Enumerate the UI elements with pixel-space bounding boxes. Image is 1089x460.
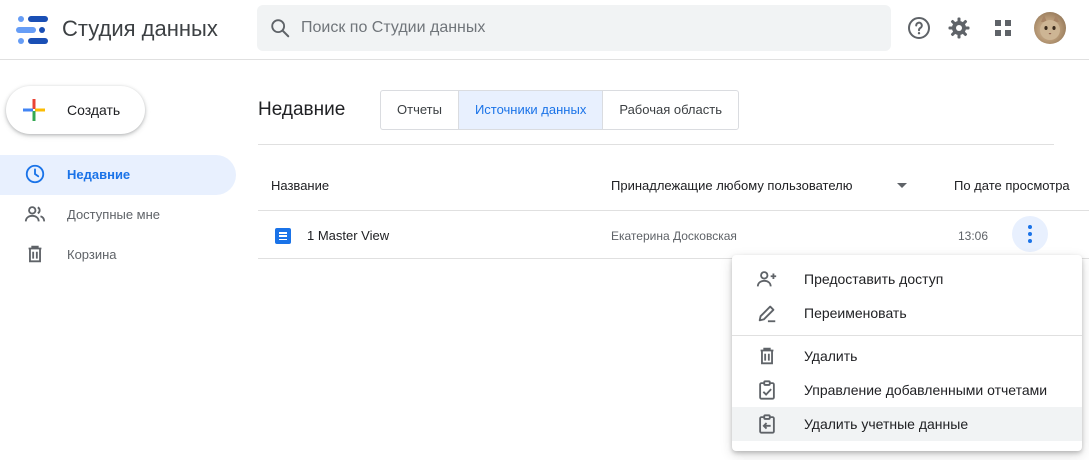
more-options-icon[interactable] [1012,216,1048,252]
tab-data-sources[interactable]: Источники данных [458,91,604,129]
row-time: 13:06 [958,229,989,243]
owner-filter-dropdown-icon[interactable] [897,183,907,188]
search-bar[interactable] [257,5,891,51]
menu-item-label: Предоставить доступ [804,271,944,287]
page-title: Недавние [258,99,346,120]
tab-reports[interactable]: Отчеты [381,91,459,129]
create-label: Создать [67,102,121,118]
person-add-icon [756,271,777,287]
app-title[interactable]: Студия данных [62,16,218,42]
tab-group: Отчеты Источники данных Рабочая область [380,90,739,130]
sidebar-item-label: Корзина [67,247,117,262]
menu-item-label: Удалить [804,348,858,364]
data-source-icon [275,228,291,244]
menu-item-share[interactable]: Предоставить доступ [732,262,1082,296]
search-icon[interactable] [269,17,291,39]
row-owner: Екатерина Досковская [611,229,737,243]
trash-icon [28,245,42,263]
context-menu: Предоставить доступ Переименовать Удалит… [732,255,1082,451]
sidebar-item-label: Доступные мне [67,207,161,222]
clock-icon [25,164,45,184]
clipboard-arrow-icon [759,414,775,434]
menu-item-label: Удалить учетные данные [804,416,969,432]
column-header-date[interactable]: По дате просмотра [954,178,1070,193]
plus-icon [23,99,45,121]
menu-item-manage-reports[interactable]: Управление добавленными отчетами [732,373,1082,407]
divider [258,144,1054,145]
help-icon[interactable] [907,16,931,40]
avatar[interactable] [1034,12,1066,44]
menu-divider [732,335,1082,336]
trash-icon [760,347,774,365]
apps-grid-icon[interactable] [991,16,1015,40]
table-row[interactable]: 1 Master View Екатерина Досковская 13:06 [258,211,1089,259]
tab-workspace[interactable]: Рабочая область [603,91,738,129]
sidebar-item-recent[interactable]: Недавние [0,155,236,195]
sidebar-item-shared[interactable]: Доступные мне [0,195,236,235]
sidebar-item-label: Недавние [67,167,131,182]
top-header: Студия данных [0,0,1089,60]
menu-item-label: Переименовать [804,305,907,321]
sidebar-item-trash[interactable]: Корзина [0,235,236,275]
people-icon [24,206,46,222]
pencil-icon [758,305,776,323]
gear-icon[interactable] [947,16,971,40]
create-button[interactable]: Создать [6,86,145,134]
search-input[interactable] [301,5,881,51]
menu-item-label: Управление добавленными отчетами [804,382,1048,398]
row-name[interactable]: 1 Master View [307,228,389,243]
clipboard-check-icon [759,380,775,400]
column-header-name[interactable]: Название [271,178,329,193]
menu-item-rename[interactable]: Переименовать [732,296,1082,330]
logo-icon[interactable] [16,16,50,44]
cat-photo [1040,15,1060,40]
menu-item-remove-credentials[interactable]: Удалить учетные данные [732,407,1082,441]
menu-item-delete[interactable]: Удалить [732,339,1082,373]
column-header-owner[interactable]: Принадлежащие любому пользователю [611,178,852,193]
